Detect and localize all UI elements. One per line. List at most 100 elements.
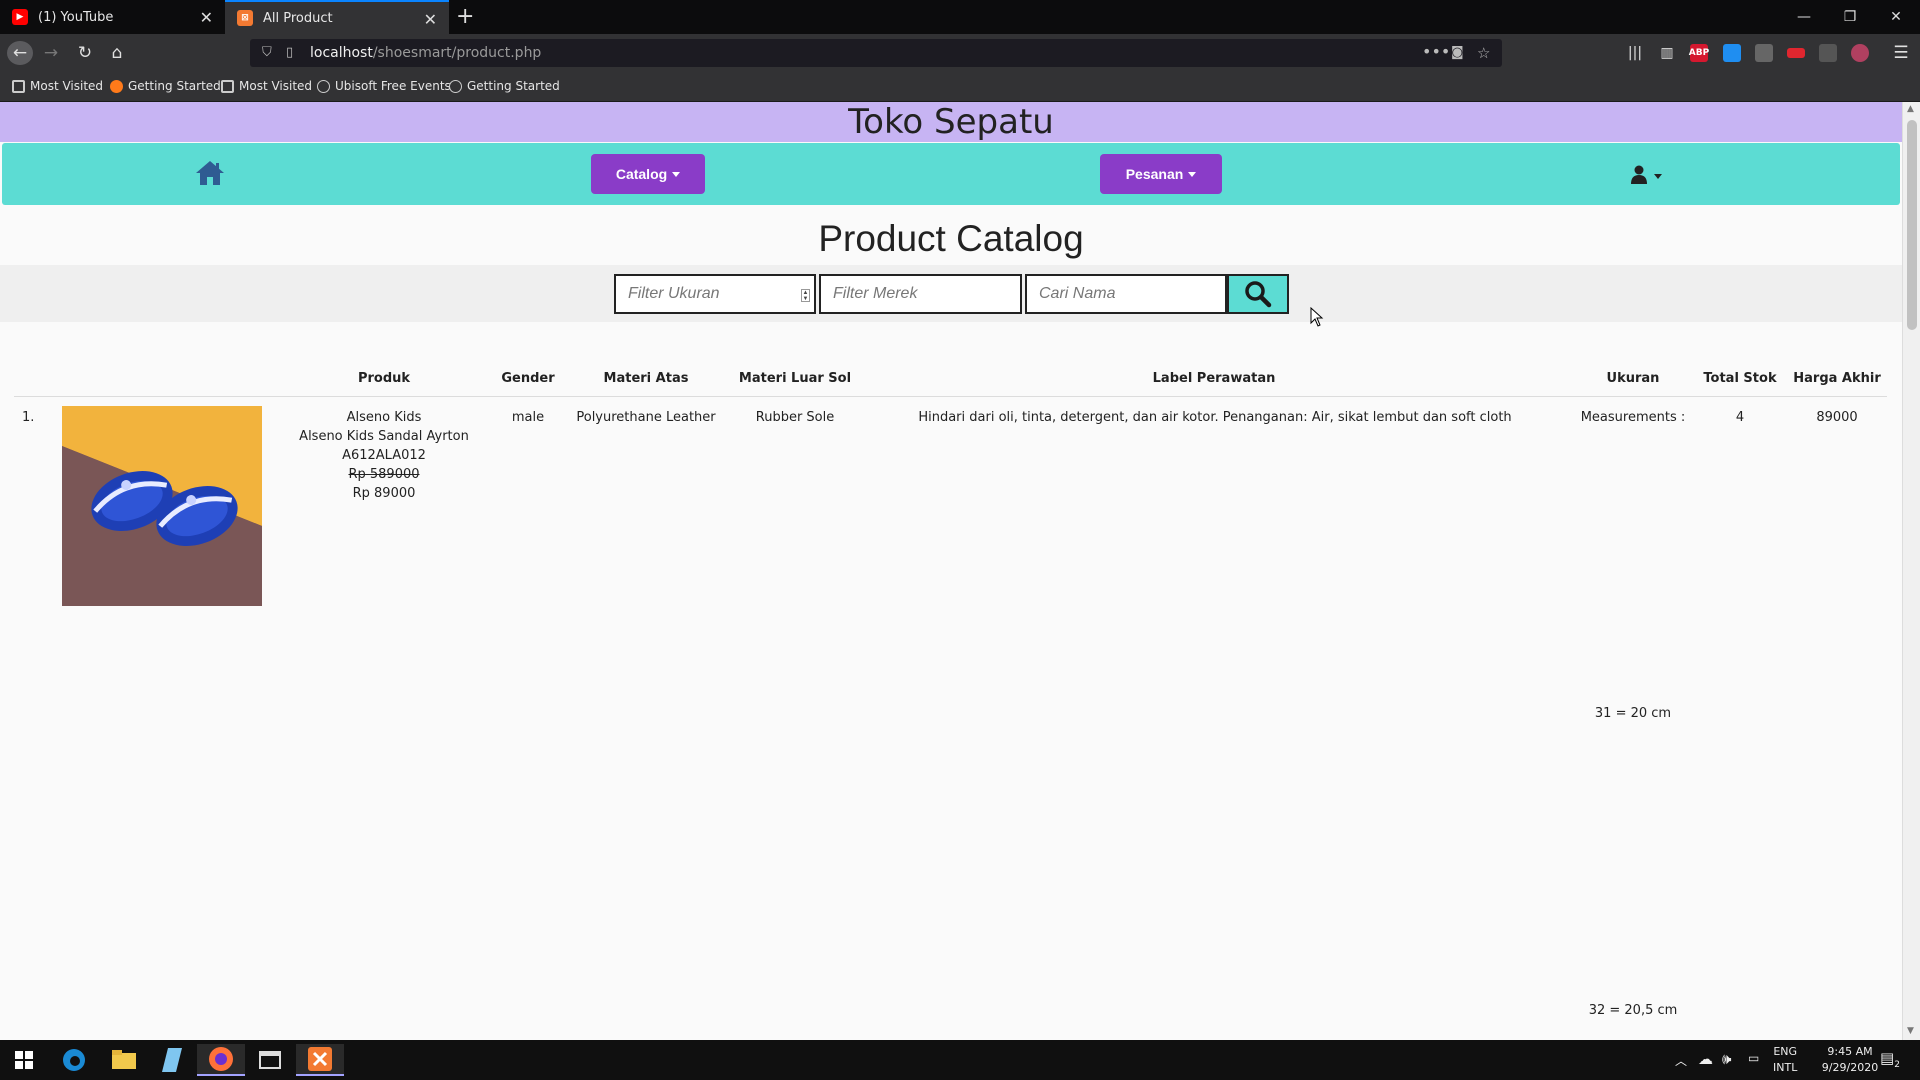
url-host: localhost [310, 45, 373, 61]
caret-down-icon [672, 171, 681, 177]
restore-button[interactable]: ❐ [1827, 0, 1873, 34]
bookmark-ubisoft[interactable]: Ubisoft Free Events [317, 79, 451, 93]
product-brand: Alseno Kids [346, 410, 422, 425]
new-tab-button[interactable]: + [456, 4, 474, 29]
xampp-icon: ⊠ [237, 10, 253, 26]
product-total-stok: 4 [1735, 410, 1745, 425]
xampp-taskbar-icon[interactable] [296, 1044, 344, 1076]
extension-mask-icon[interactable] [1851, 44, 1869, 62]
filter-brand-input[interactable]: Filter Merek [819, 274, 1022, 314]
product-old-price: Rp 589000 [348, 467, 420, 482]
close-icon[interactable]: ✕ [424, 10, 437, 29]
notepad-icon[interactable] [148, 1044, 196, 1076]
scroll-down-icon[interactable]: ▼ [1907, 1026, 1914, 1036]
bookmark-star-icon[interactable]: ☆ [1477, 44, 1490, 62]
window-close-button[interactable]: ✕ [1873, 0, 1919, 34]
size-measurement: 31 = 20 cm [1594, 706, 1672, 721]
media-player-icon[interactable] [246, 1044, 294, 1076]
edge-icon[interactable] [50, 1044, 98, 1076]
size-measurement: 32 = 20,5 cm [1588, 1003, 1678, 1018]
header-divider [14, 396, 1887, 397]
notification-icon[interactable]: ▤2 [1880, 1049, 1900, 1070]
minimize-button[interactable]: — [1781, 0, 1827, 34]
site-title: Toko Sepatu [0, 102, 1902, 142]
search-icon [1245, 281, 1272, 308]
catalog-dropdown-button[interactable]: Catalog [591, 154, 705, 194]
product-gender: male [511, 410, 545, 425]
firefox-taskbar-icon[interactable] [197, 1044, 245, 1076]
browser-tab-bar: ▶ (1) YouTube ✕ ⊠ All Product ✕ + — ❐ ✕ [0, 0, 1920, 34]
forward-arrow-icon[interactable]: → [38, 41, 64, 65]
page-info-icon[interactable]: ▯ [286, 45, 293, 60]
filter-size-input[interactable]: Filter Ukuran ▲ ▼ [614, 274, 816, 314]
scroll-up-icon[interactable]: ▲ [1907, 104, 1914, 114]
page-scrollbar[interactable]: ▲ ▼ [1902, 102, 1920, 1040]
language-indicator[interactable]: ENG INTL [1773, 1044, 1797, 1076]
filter-bar: Filter Ukuran ▲ ▼ Filter Merek Cari Nama [0, 265, 1902, 322]
tab-title: All Product [263, 10, 333, 26]
column-header-materi-sol: Materi Luar Sol [738, 371, 852, 386]
column-header-harga-akhir: Harga Akhir [1793, 371, 1881, 386]
gear-icon [221, 79, 234, 93]
bookmark-most-visited[interactable]: Most Visited [12, 79, 103, 93]
caret-down-icon [1188, 171, 1197, 177]
bookmark-getting-started[interactable]: Getting Started [110, 79, 221, 93]
back-arrow-icon[interactable]: ← [7, 41, 33, 65]
tab-all-product[interactable]: ⊠ All Product ✕ [225, 0, 449, 34]
column-header-total-stok: Total Stok [1703, 371, 1777, 386]
column-header-ukuran: Ukuran [1606, 371, 1660, 386]
onedrive-icon[interactable]: ☁ [1698, 1050, 1713, 1068]
product-price: Rp 89000 [352, 486, 416, 501]
search-button[interactable] [1227, 274, 1289, 314]
home-icon[interactable] [194, 157, 226, 189]
home-icon[interactable]: ⌂ [104, 41, 130, 65]
url-bar[interactable]: ⛉ ▯ localhost/shoesmart/product.php ••• … [250, 39, 1502, 67]
shield-icon[interactable]: ⛉ [262, 45, 272, 60]
extension-puzzle-icon[interactable] [1819, 44, 1837, 62]
notification-count: 2 [1894, 1060, 1900, 1070]
column-header-label-perawatan: Label Perawatan [1152, 371, 1276, 386]
url-path: /shoesmart/product.php [372, 45, 542, 61]
extension-cloud-icon[interactable] [1755, 44, 1773, 62]
bookmark-most-visited-2[interactable]: Most Visited [221, 79, 312, 93]
tab-title: (1) YouTube [38, 9, 114, 25]
menu-icon[interactable]: ☰ [1888, 41, 1914, 65]
tray-chevron-icon[interactable]: ︿ [1675, 1052, 1687, 1069]
more-actions-icon[interactable]: ••• [1422, 42, 1450, 61]
product-info: Alseno Kids Alseno Kids Sandal Ayrton A6… [284, 408, 484, 503]
bookmark-getting-started-2[interactable]: Getting Started [449, 79, 560, 93]
extension-red-icon[interactable] [1787, 48, 1805, 58]
globe-icon [449, 79, 462, 93]
product-name: Alseno Kids Sandal Ayrton [299, 429, 469, 444]
reload-icon[interactable]: ↻ [72, 41, 98, 65]
clock[interactable]: 9:45 AM 9/29/2020 [1815, 1044, 1885, 1076]
web-page: Toko Sepatu Catalog Pesanan Product Cata… [0, 102, 1902, 1040]
network-icon[interactable]: ▭ [1748, 1051, 1759, 1065]
search-name-input[interactable]: Cari Nama [1025, 274, 1227, 314]
product-harga-akhir: 89000 [1816, 410, 1858, 425]
tab-youtube[interactable]: ▶ (1) YouTube ✕ [0, 0, 225, 34]
user-menu-button[interactable] [1630, 165, 1664, 189]
scroll-thumb[interactable] [1907, 120, 1917, 330]
bookmarks-bar: Most Visited Getting Started Most Visite… [0, 72, 1920, 102]
product-image[interactable] [62, 406, 262, 606]
file-explorer-icon[interactable] [100, 1044, 148, 1076]
pocket-icon[interactable]: ◙ [1451, 45, 1464, 60]
firefox-icon [110, 79, 123, 93]
product-label-perawatan: Hindari dari oli, tinta, detergent, dan … [918, 410, 1512, 425]
pesanan-dropdown-button[interactable]: Pesanan [1100, 154, 1222, 194]
windows-start-icon[interactable] [0, 1044, 48, 1076]
user-icon [1631, 165, 1662, 184]
row-number: 1. [22, 410, 35, 425]
library-icon[interactable]: ||| [1622, 41, 1648, 65]
adblock-icon[interactable]: ABP [1689, 44, 1709, 62]
extension-blue-icon[interactable] [1723, 44, 1741, 62]
gear-icon [12, 79, 25, 93]
number-spinner-icon[interactable]: ▲ ▼ [801, 289, 810, 302]
close-icon[interactable]: ✕ [200, 8, 213, 27]
volume-icon[interactable]: 🕪 [1722, 1050, 1731, 1068]
youtube-icon: ▶ [12, 9, 28, 25]
column-header-materi-atas: Materi Atas [603, 371, 689, 386]
product-materi-sol: Rubber Sole [755, 410, 835, 425]
sidebar-icon[interactable]: ▥ [1654, 41, 1680, 65]
